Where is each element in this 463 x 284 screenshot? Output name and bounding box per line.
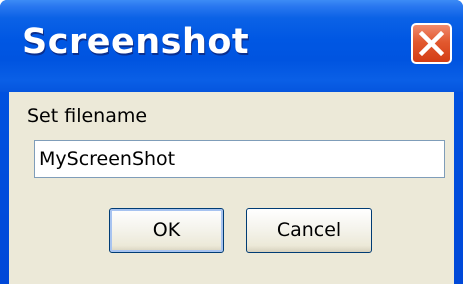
cancel-button[interactable]: Cancel [246,208,372,253]
screenshot-dialog: Screenshot Set filename MyScreenShot OK … [0,0,463,284]
filename-label: Set filename [27,105,148,127]
close-button[interactable] [411,23,452,64]
title-bar[interactable]: Screenshot [0,0,463,92]
filename-input[interactable]: MyScreenShot [34,140,445,178]
window-title: Screenshot [22,22,250,62]
ok-button[interactable]: OK [109,208,224,253]
close-x-icon [418,30,445,57]
